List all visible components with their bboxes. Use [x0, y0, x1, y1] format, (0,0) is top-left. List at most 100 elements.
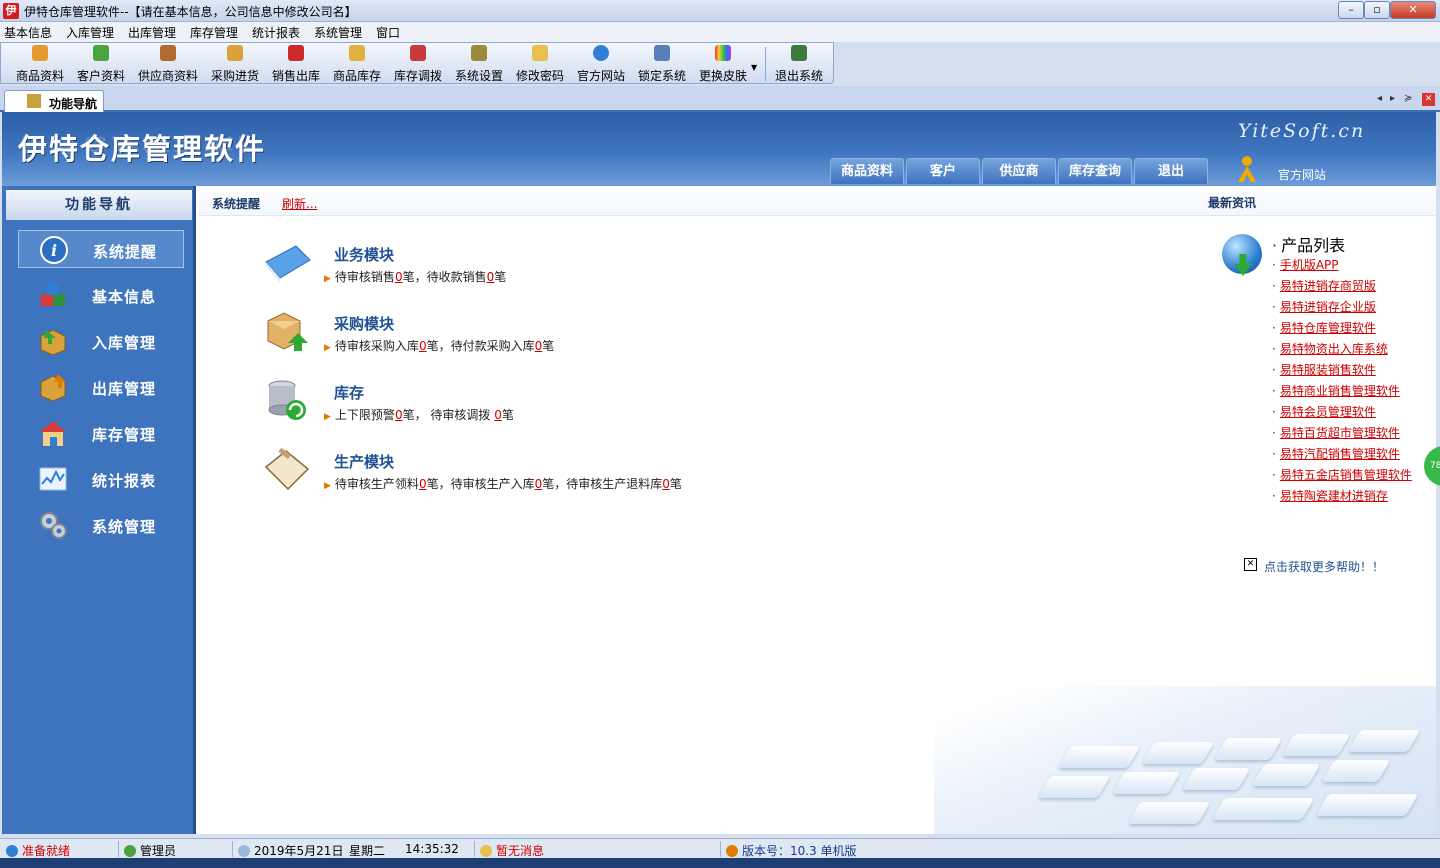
sidebar-item-inventory[interactable]: 库存管理	[18, 414, 184, 452]
module-desc: ▶ 待审核生产领料0笔，待审核生产入库0笔，待审核生产退料库0笔	[324, 477, 682, 491]
pending-count[interactable]: 0	[395, 270, 403, 284]
module-name[interactable]: 采购模块	[334, 313, 394, 334]
cubes-icon	[41, 283, 65, 306]
product-link[interactable]: 易特仓库管理软件	[1272, 319, 1412, 340]
toolbar-sale-button[interactable]: 销售出库	[268, 45, 324, 83]
tab-strip: 功能导航 ◂ ▸ ≽ ✕	[0, 86, 1440, 112]
product-link[interactable]: 易特进销存企业版	[1272, 298, 1412, 319]
menu-window[interactable]: 窗口	[376, 24, 400, 41]
info-icon: i	[40, 236, 68, 264]
menu-inbound[interactable]: 入库管理	[66, 24, 114, 41]
refresh-link[interactable]: 刷新...	[282, 195, 317, 212]
home-icon	[726, 845, 738, 857]
pending-count[interactable]: 0	[419, 477, 427, 491]
module-name[interactable]: 生产模块	[334, 451, 394, 472]
tab-function-nav[interactable]: 功能导航	[4, 90, 104, 112]
toolbar-label: 退出系统	[774, 69, 823, 83]
more-help-link[interactable]: 点击获取更多帮助！！	[1264, 558, 1384, 575]
person-icon	[1236, 156, 1258, 182]
exit-icon	[791, 45, 807, 61]
menu-system[interactable]: 系统管理	[314, 24, 362, 41]
toolbar-label: 锁定系统	[637, 69, 686, 83]
toolbar-stock-button[interactable]: 商品库存	[329, 45, 385, 83]
product-link[interactable]: 易特会员管理软件	[1272, 403, 1412, 424]
toolbar-customer-button[interactable]: 客户资料	[73, 45, 129, 83]
toolbar-website-button[interactable]: 官方网站	[573, 45, 629, 83]
toolbar-purchase-button[interactable]: 采购进货	[207, 45, 263, 83]
toolbar: 商品资料 客户资料 供应商资料 采购进货 销售出库 商品库存 库存调拨 系统设置…	[0, 42, 834, 84]
menu-outbound[interactable]: 出库管理	[128, 24, 176, 41]
nav-tab-exit[interactable]: 退出	[1134, 158, 1208, 184]
status-ready: 准备就绪	[6, 842, 70, 859]
title-bar: 伊 伊特仓库管理软件--【请在基本信息，公司信息中修改公司名】 – ▫ ✕	[0, 0, 1440, 22]
menu-reports[interactable]: 统计报表	[252, 24, 300, 41]
nav-tab-products[interactable]: 商品资料	[830, 158, 904, 184]
sidebar-item-basic-info[interactable]: 基本信息	[18, 276, 184, 314]
module-inventory: 库存 ▶ 上下限预警0笔， 待审核调拨 0笔	[262, 378, 862, 438]
skin-icon	[715, 45, 731, 61]
product-link[interactable]: 易特陶瓷建材进销存	[1272, 487, 1412, 508]
toolbar-lock-button[interactable]: 锁定系统	[634, 45, 690, 83]
product-link[interactable]: 易特进销存商贸版	[1272, 277, 1412, 298]
sidebar-item-reports[interactable]: 统计报表	[18, 460, 184, 498]
chevron-down-icon[interactable]: ▼	[751, 63, 757, 72]
tab-next-icon[interactable]: ▸	[1390, 93, 1395, 104]
module-purchase: 采购模块 ▶ 待审核采购入库0笔，待付款采购入库0笔	[262, 309, 862, 369]
toolbar-label: 官方网站	[576, 69, 625, 83]
chart-icon	[39, 467, 67, 491]
tab-list-icon[interactable]: ≽	[1404, 93, 1412, 104]
clock-icon	[238, 845, 250, 857]
toolbar-exit-button[interactable]: 退出系统	[771, 45, 827, 83]
nav-tab-customers[interactable]: 客户	[906, 158, 980, 184]
menu-inventory[interactable]: 库存管理	[190, 24, 238, 41]
keyboard-decoration	[934, 686, 1436, 834]
sidebar-item-outbound[interactable]: 出库管理	[18, 368, 184, 406]
toolbar-password-button[interactable]: 修改密码	[512, 45, 568, 83]
pending-count[interactable]: 0	[662, 477, 670, 491]
tab-prev-icon[interactable]: ◂	[1377, 93, 1382, 104]
sidebar-header: 功能导航	[6, 190, 192, 220]
close-window-button[interactable]: ✕	[1390, 1, 1436, 19]
sidebar-item-label: 库存管理	[92, 426, 157, 444]
toolbar-settings-button[interactable]: 系统设置	[451, 45, 507, 83]
product-link[interactable]: 易特商业销售管理软件	[1272, 382, 1412, 403]
module-name[interactable]: 库存	[334, 382, 364, 403]
maximize-button[interactable]: ▫	[1364, 1, 1390, 19]
product-link[interactable]: 手机版APP	[1272, 256, 1412, 277]
sidebar-item-system[interactable]: 系统管理	[18, 506, 184, 544]
status-icon	[6, 845, 18, 857]
product-link[interactable]: 易特物资出入库系统	[1272, 340, 1412, 361]
sidebar-item-reminders[interactable]: i 系统提醒	[18, 230, 184, 268]
os-taskbar	[0, 858, 1440, 868]
ie-icon	[593, 45, 609, 61]
pending-count[interactable]: 0	[419, 339, 427, 353]
pending-count[interactable]: 0	[494, 408, 502, 422]
supplier-icon	[160, 45, 176, 61]
toolbar-skin-button[interactable]: 更换皮肤	[695, 45, 751, 83]
module-production: 生产模块 ▶ 待审核生产领料0笔，待审核生产入库0笔，待审核生产退料库0笔	[262, 447, 862, 507]
module-name[interactable]: 业务模块	[334, 244, 394, 265]
pending-count[interactable]: 0	[395, 408, 403, 422]
brand-logo: YiteSoft.cn	[1238, 120, 1366, 142]
minimize-button[interactable]: –	[1338, 1, 1364, 19]
product-link[interactable]: 易特百货超市管理软件	[1272, 424, 1412, 445]
product-link[interactable]: 易特服装销售软件	[1272, 361, 1412, 382]
product-link[interactable]: 易特汽配销售管理软件	[1272, 445, 1412, 466]
warehouse-icon	[40, 421, 66, 446]
tab-close-icon[interactable]: ✕	[1422, 93, 1435, 106]
status-message[interactable]: 暂无消息	[480, 842, 544, 859]
menu-basic-info[interactable]: 基本信息	[4, 24, 52, 41]
globe-download-icon	[1222, 234, 1262, 278]
password-icon	[532, 45, 548, 61]
product-link[interactable]: 易特五金店销售管理软件	[1272, 466, 1412, 487]
toolbar-product-button[interactable]: 商品资料	[13, 45, 67, 83]
nav-tab-stock-query[interactable]: 库存查询	[1058, 158, 1132, 184]
sidebar-item-label: 系统管理	[92, 518, 157, 536]
toolbar-label: 采购进货	[210, 69, 259, 83]
toolbar-supplier-button[interactable]: 供应商资料	[135, 45, 201, 83]
nav-tab-suppliers[interactable]: 供应商	[982, 158, 1056, 184]
official-site-link[interactable]: 官方网站	[1278, 166, 1326, 183]
toolbar-transfer-button[interactable]: 库存调拨	[390, 45, 446, 83]
help-close-icon[interactable]: ✕	[1244, 558, 1257, 571]
sidebar-item-inbound[interactable]: 入库管理	[18, 322, 184, 360]
